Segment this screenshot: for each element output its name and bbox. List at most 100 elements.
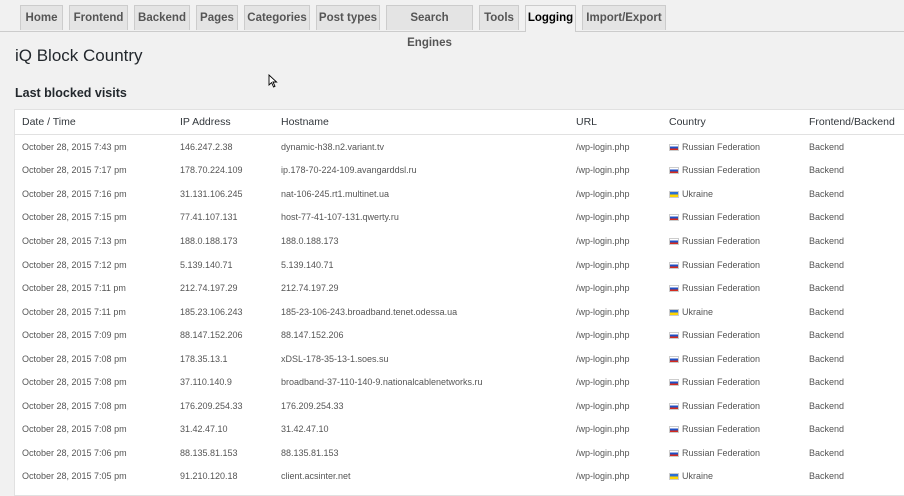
cell-frontend-backend: Backend <box>809 259 845 270</box>
cell-country: Ukraine <box>662 465 802 489</box>
country-name: Russian Federation <box>682 235 761 246</box>
cell-url: /wp-login.php <box>576 400 630 411</box>
cell-date-time: October 28, 2015 7:11 pm <box>22 306 126 317</box>
tab-post-types[interactable]: Post types <box>316 5 380 30</box>
table-row: October 28, 2015 7:16 pm 31.131.106.245 na… <box>15 182 904 206</box>
cell-country: Russian Federation <box>662 135 802 159</box>
country-name: Russian Federation <box>682 259 761 270</box>
russia-flag-icon <box>669 261 679 269</box>
cell-frontend-backend: Backend <box>809 377 845 388</box>
cell-country: Russian Federation <box>662 418 802 442</box>
cell-hostname: 88.135.81.153 <box>281 447 339 458</box>
tab-logging[interactable]: Logging <box>525 5 576 32</box>
table-row: October 28, 2015 7:05 pm 91.210.120.18 cli… <box>15 465 904 489</box>
cell-hostname: 212.74.197.29 <box>281 283 339 294</box>
cell-frontend-backend: Backend <box>809 283 845 294</box>
ukraine-flag-icon <box>669 473 679 481</box>
tab-tools[interactable]: Tools <box>479 5 519 30</box>
table-row: October 28, 2015 7:43 pm 146.247.2.38 dyna… <box>15 135 904 159</box>
country-name: Russian Federation <box>682 212 761 223</box>
page-title: iQ Block Country <box>15 46 143 65</box>
table-row: October 28, 2015 7:09 pm 88.147.152.206 88… <box>15 323 904 347</box>
cell-frontend-backend: Backend <box>809 330 845 341</box>
cell-date-time: October 28, 2015 7:08 pm <box>22 424 127 435</box>
table-row: October 28, 2015 7:06 pm 88.135.81.153 88.… <box>15 441 904 465</box>
cell-url: /wp-login.php <box>576 283 630 294</box>
cell-url: /wp-login.php <box>576 212 630 223</box>
country-name: Russian Federation <box>682 377 761 388</box>
russia-flag-icon <box>669 379 679 387</box>
tab-backend[interactable]: Backend <box>134 5 190 30</box>
cell-country: Russian Federation <box>662 276 802 300</box>
cell-hostname: 5.139.140.71 <box>281 259 334 270</box>
country-name: Ukraine <box>682 471 714 482</box>
cell-frontend-backend: Backend <box>809 471 845 482</box>
cell-country: Ukraine <box>662 300 802 324</box>
tab-frontend[interactable]: Frontend <box>69 5 128 30</box>
country-name: Ukraine <box>682 306 714 317</box>
cell-frontend-backend: Backend <box>809 400 845 411</box>
cell-url: /wp-login.php <box>576 447 630 458</box>
cell-url: /wp-login.php <box>576 471 630 482</box>
cell-frontend-backend: Backend <box>809 212 845 223</box>
tab-import-export[interactable]: Import/Export <box>582 5 666 30</box>
cell-frontend-backend: Backend <box>809 235 845 246</box>
table-row: October 28, 2015 7:13 pm 188.0.188.173 188… <box>15 229 904 253</box>
cell-ip-address: 77.41.107.131 <box>180 212 238 223</box>
cell-hostname: dynamic-h38.n2.variant.tv <box>281 141 385 152</box>
tab-categories[interactable]: Categories <box>244 5 310 30</box>
cell-ip-address: 37.110.140.9 <box>180 377 232 388</box>
country-name: Russian Federation <box>682 330 761 341</box>
tab-pages[interactable]: Pages <box>196 5 238 30</box>
cell-country: Russian Federation <box>662 159 802 183</box>
cell-hostname: 188.0.188.173 <box>281 235 339 246</box>
tab-search-engines[interactable]: Search Engines <box>386 5 473 49</box>
country-name: Russian Federation <box>682 165 761 176</box>
cell-date-time: October 28, 2015 7:43 pm <box>22 141 127 152</box>
cell-country: Russian Federation <box>662 323 802 347</box>
cell-country: Russian Federation <box>662 441 802 465</box>
table-row: October 28, 2015 7:17 pm 178.70.224.109 ip… <box>15 159 904 183</box>
cell-ip-address: 188.0.188.173 <box>180 235 238 246</box>
cell-frontend-backend: Backend <box>809 165 845 176</box>
russia-flag-icon <box>669 237 679 245</box>
cell-ip-address: 146.247.2.38 <box>180 141 233 152</box>
cell-url: /wp-login.php <box>576 188 630 199</box>
cell-country: Ukraine <box>662 182 802 206</box>
cell-ip-address: 212.74.197.29 <box>180 283 238 294</box>
cell-frontend-backend: Backend <box>809 424 845 435</box>
blocked-visits-table: Date / Time IP Address Hostname URL Coun… <box>14 109 904 496</box>
cell-frontend-backend: Backend <box>809 306 845 317</box>
cell-date-time: October 28, 2015 7:08 pm <box>22 353 127 364</box>
column-header-country[interactable]: Country <box>662 110 802 135</box>
tab-home[interactable]: Home <box>20 5 63 30</box>
cell-date-time: October 28, 2015 7:05 pm <box>22 471 127 482</box>
table-row: October 28, 2015 7:08 pm 176.209.254.33 17… <box>15 394 904 418</box>
cell-hostname: host-77-41-107-131.qwerty.ru <box>281 212 399 223</box>
cell-date-time: October 28, 2015 7:17 pm <box>22 165 127 176</box>
cell-ip-address: 5.139.140.71 <box>180 259 233 270</box>
mouse-cursor-icon <box>268 74 278 88</box>
column-header-hostname[interactable]: Hostname <box>274 110 569 135</box>
cell-frontend-backend: Backend <box>809 141 845 152</box>
column-header-ip-address[interactable]: IP Address <box>173 110 274 135</box>
cell-date-time: October 28, 2015 7:08 pm <box>22 377 127 388</box>
table-row: October 28, 2015 7:08 pm 37.110.140.9 broa… <box>15 370 904 394</box>
cell-url: /wp-login.php <box>576 259 630 270</box>
cell-url: /wp-login.php <box>576 377 630 388</box>
cell-ip-address: 31.131.106.245 <box>180 188 243 199</box>
cell-hostname: ip.178-70-224-109.avangarddsl.ru <box>281 165 417 176</box>
russia-flag-icon <box>669 402 679 410</box>
ukraine-flag-icon <box>669 308 679 316</box>
cell-url: /wp-login.php <box>576 235 630 246</box>
cell-ip-address: 88.147.152.206 <box>180 330 243 341</box>
column-header-date-time[interactable]: Date / Time <box>15 110 173 135</box>
cell-frontend-backend: Backend <box>809 353 845 364</box>
russia-flag-icon <box>669 449 679 457</box>
column-header-frontend-backend[interactable]: Frontend/Backend <box>802 110 904 135</box>
table-row: October 28, 2015 7:08 pm 178.35.13.1 xDSL-… <box>15 347 904 371</box>
column-header-url[interactable]: URL <box>569 110 662 135</box>
cell-date-time: October 28, 2015 7:09 pm <box>22 330 127 341</box>
cell-ip-address: 31.42.47.10 <box>180 424 228 435</box>
cell-date-time: October 28, 2015 7:13 pm <box>22 235 127 246</box>
